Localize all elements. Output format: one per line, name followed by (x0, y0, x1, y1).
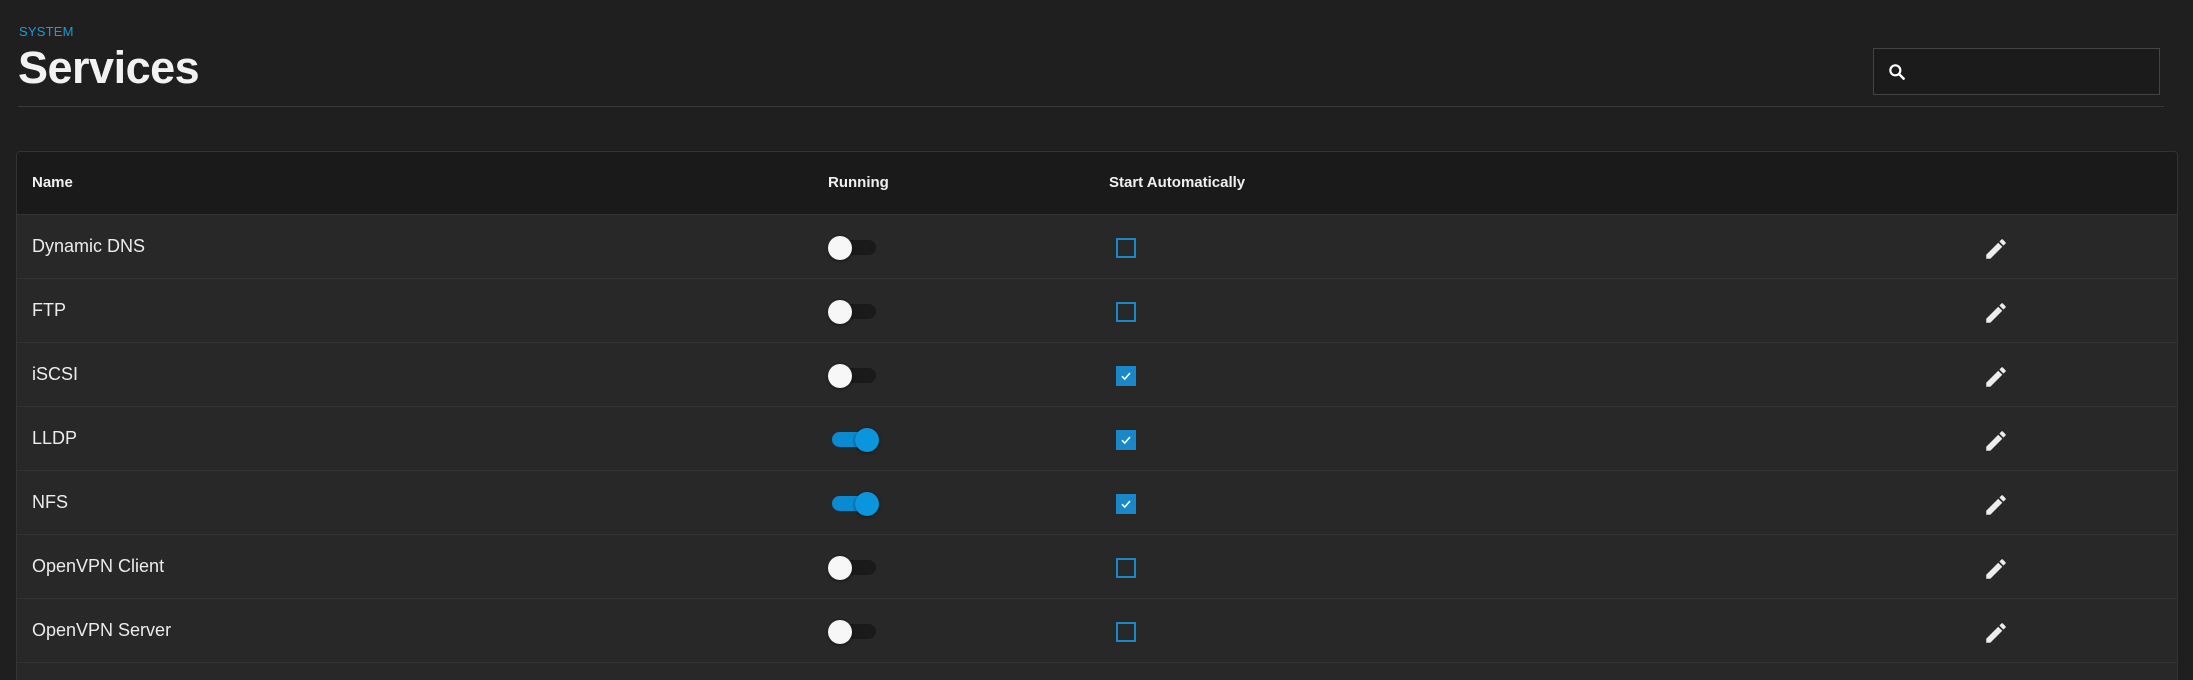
start-automatically-checkbox[interactable] (1116, 494, 1136, 514)
column-header-start-automatically[interactable]: Start Automatically (1109, 174, 1245, 191)
pencil-icon (1986, 623, 2006, 643)
toggle-knob (828, 556, 852, 580)
breadcrumb[interactable]: SYSTEM (19, 24, 74, 39)
running-toggle[interactable] (828, 556, 880, 580)
start-automatically-checkbox[interactable] (1116, 302, 1136, 322)
search-input[interactable] (1916, 57, 2150, 89)
start-automatically-checkbox[interactable] (1116, 238, 1136, 258)
table-row: OpenVPN Client (17, 535, 2177, 599)
toggle-knob (855, 428, 879, 452)
check-icon (1121, 500, 1131, 509)
service-name: OpenVPN Client (32, 556, 165, 576)
table-row: Dynamic DNS (17, 215, 2177, 279)
service-name: iSCSI (32, 364, 79, 384)
toggle-knob (828, 236, 852, 260)
edit-button[interactable] (1978, 231, 2012, 265)
running-toggle[interactable] (828, 620, 880, 644)
table-row: LLDP (17, 407, 2177, 471)
edit-button[interactable] (1978, 359, 2012, 393)
column-header-running[interactable]: Running (828, 174, 889, 191)
table-row: iSCSI (17, 343, 2177, 407)
services-page: SYSTEM Services Name Running Start Autom… (0, 0, 2193, 680)
pencil-icon (1986, 239, 2006, 259)
service-name: OpenVPN Server (32, 620, 172, 640)
edit-button[interactable] (1978, 551, 2012, 585)
page-header: SYSTEM Services (18, 24, 2164, 107)
service-name: NFS (32, 492, 68, 512)
pencil-icon (1986, 559, 2006, 579)
edit-button[interactable] (1978, 487, 2012, 521)
running-toggle[interactable] (828, 428, 880, 452)
pencil-icon (1986, 431, 2006, 451)
pencil-icon (1986, 303, 2006, 323)
toggle-knob (828, 620, 852, 644)
check-icon (1121, 372, 1131, 381)
start-automatically-checkbox[interactable] (1116, 558, 1136, 578)
service-name: Dynamic DNS (32, 236, 146, 256)
toggle-knob (855, 492, 879, 516)
edit-button[interactable] (1978, 615, 2012, 649)
search-box[interactable] (1873, 48, 2160, 95)
services-table: Name Running Start Automatically Dynamic… (16, 151, 2178, 680)
running-toggle[interactable] (828, 300, 880, 324)
edit-button[interactable] (1978, 295, 2012, 329)
toggle-knob (828, 364, 852, 388)
pencil-icon (1986, 367, 2006, 387)
column-header-name[interactable]: Name (32, 174, 73, 191)
start-automatically-checkbox[interactable] (1116, 366, 1136, 386)
start-automatically-checkbox[interactable] (1116, 622, 1136, 642)
running-toggle[interactable] (828, 236, 880, 260)
running-toggle[interactable] (828, 364, 880, 388)
table-row: OpenVPN Server (17, 599, 2177, 663)
page-title: Services (18, 42, 200, 93)
table-header: Name Running Start Automatically (17, 152, 2177, 215)
service-name: FTP (32, 300, 66, 320)
table-row: FTP (17, 279, 2177, 343)
pencil-icon (1986, 495, 2006, 515)
toggle-knob (828, 300, 852, 324)
running-toggle[interactable] (828, 492, 880, 516)
check-icon (1121, 436, 1131, 445)
search-icon (1889, 64, 1905, 80)
table-row: NFS (17, 471, 2177, 535)
start-automatically-checkbox[interactable] (1116, 430, 1136, 450)
edit-button[interactable] (1978, 423, 2012, 457)
service-name: LLDP (32, 428, 78, 448)
